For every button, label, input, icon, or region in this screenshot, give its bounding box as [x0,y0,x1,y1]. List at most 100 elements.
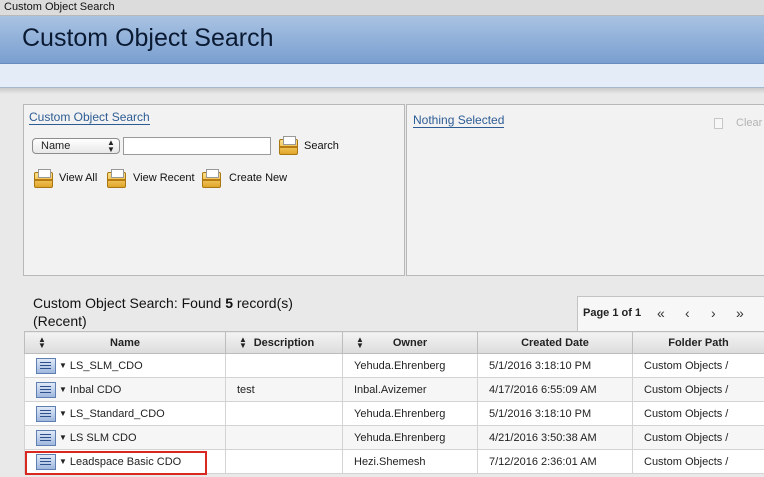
clear-icon [714,118,723,129]
table-row[interactable]: ▼ LS SLM CDO Yehuda.Ehrenberg 4/21/2016 3:5… [24,425,764,450]
select-arrows-icon: ▲ ▼ [107,138,115,154]
cell-text: Inbal CDO [69,383,122,396]
selection-highlight [25,451,207,475]
search-panel: Custom Object Search Name ▲ ▼ Search View… [23,104,405,276]
cell-owner: Yehuda.Ehrenberg [342,353,478,378]
cell-text: 4/21/2016 3:50:38 AM [489,431,597,444]
results-prefix: Custom Object Search: Found [33,295,226,311]
sort-icon: ▲ ▼ [356,335,364,350]
create-new-icon[interactable] [202,169,221,188]
cell-description [225,401,343,426]
page-header: Custom Object Search [0,16,764,64]
search-panel-title: Custom Object Search [29,110,150,125]
table-row[interactable]: ▼ LS_SLM_CDO Yehuda.Ehrenberg 5/1/2016 3:18… [24,353,764,378]
cell-folder: Custom Objects / [632,377,764,402]
cell-description [225,449,343,474]
row-menu-caret-icon[interactable]: ▼ [59,433,67,442]
row-menu-caret-icon[interactable]: ▼ [59,385,67,394]
view-all-button[interactable]: View All [59,172,97,185]
cell-description [225,353,343,378]
cell-text: 4/17/2016 6:55:09 AM [489,383,597,396]
cell-created: 7/12/2016 2:36:01 AM [477,449,633,474]
results-suffix: record(s) [233,295,293,311]
last-page-button[interactable]: » [736,305,744,321]
column-header-created-date[interactable]: Created Date [477,331,633,354]
row-menu-caret-icon[interactable]: ▼ [59,361,67,370]
cell-text: test [237,383,255,396]
results-count: 5 [225,295,233,311]
sort-icon: ▲ ▼ [239,335,247,350]
table-row[interactable]: ▼ Inbal CDO test Inbal.Avizemer 4/17/2016 6:… [24,377,764,402]
results-subtitle: (Recent) [33,313,87,329]
cell-text: LS SLM CDO [69,431,137,444]
column-header-description[interactable]: ▲ ▼ Description [225,331,343,354]
cell-folder: Custom Objects / [632,449,764,474]
cell-text: Custom Objects / [644,407,729,420]
view-all-icon[interactable] [34,169,53,188]
column-header-owner[interactable]: ▲ ▼ Owner [342,331,478,354]
view-recent-icon[interactable] [107,169,126,188]
cell-created: 4/21/2016 3:50:38 AM [477,425,633,450]
cell-name[interactable]: ▼ LS_Standard_CDO [24,401,226,426]
first-page-button[interactable]: « [657,305,665,321]
selection-panel-title: Nothing Selected [413,113,505,128]
field-select-value: Name [41,140,71,152]
row-menu-caret-icon[interactable]: ▼ [59,409,67,418]
cell-text: Inbal.Avizemer [354,383,427,396]
search-icon[interactable] [279,136,298,155]
window-title: Custom Object Search [0,0,764,16]
cell-folder: Custom Objects / [632,425,764,450]
sort-icon: ▲ ▼ [38,335,46,350]
clear-button[interactable]: Clear [736,117,762,129]
cell-folder: Custom Objects / [632,401,764,426]
next-page-button[interactable]: › [711,305,716,321]
cell-text: Custom Objects / [644,383,729,396]
cell-text: Yehuda.Ehrenberg [354,431,446,444]
search-button[interactable]: Search [304,140,339,153]
cell-name[interactable]: ▼ LS_SLM_CDO [24,353,226,378]
cell-text: Yehuda.Ehrenberg [354,407,446,420]
cell-name[interactable]: ▼ LS SLM CDO [24,425,226,450]
column-header-folder-path[interactable]: Folder Path [632,331,764,354]
cell-folder: Custom Objects / [632,353,764,378]
cell-created: 4/17/2016 6:55:09 AM [477,377,633,402]
cell-text: LS_SLM_CDO [69,359,143,372]
cell-description: test [225,377,343,402]
cell-text: LS_Standard_CDO [69,407,165,420]
prev-page-button[interactable]: ‹ [685,305,690,321]
header-shadow [0,88,764,94]
cell-text: Hezi.Shemesh [354,455,426,468]
cell-owner: Hezi.Shemesh [342,449,478,474]
custom-object-icon [36,429,56,446]
custom-object-icon [36,357,56,374]
page-indicator: Page 1 of 1 [583,307,642,319]
table-header-row: ▲ ▼ Name ▲ ▼ Description ▲ ▼ Owner Created Dat… [24,331,764,354]
table-row[interactable]: ▼ LS_Standard_CDO Yehuda.Ehrenberg 5/1/2016… [24,401,764,426]
results-heading: Custom Object Search: Found 5 record(s) … [33,294,353,330]
custom-object-icon [36,405,56,422]
view-recent-button[interactable]: View Recent [133,172,195,185]
cell-created: 5/1/2016 3:18:10 PM [477,353,633,378]
column-header-name[interactable]: ▲ ▼ Name [24,331,226,354]
cell-description [225,425,343,450]
create-new-button[interactable]: Create New [229,172,287,185]
cell-owner: Yehuda.Ehrenberg [342,401,478,426]
cell-text: Custom Objects / [644,359,729,372]
field-select[interactable]: Name ▲ ▼ [32,138,120,154]
cell-text: Custom Objects / [644,455,729,468]
cell-text: Yehuda.Ehrenberg [354,359,446,372]
search-input[interactable] [123,137,271,155]
custom-object-icon [36,381,56,398]
selection-panel: Nothing Selected Clear [406,104,764,276]
cell-text: 5/1/2016 3:18:10 PM [489,407,592,420]
toolbar-strip [0,64,764,88]
cell-text: 5/1/2016 3:18:10 PM [489,359,592,372]
cell-text: 7/12/2016 2:36:01 AM [489,455,597,468]
cell-owner: Inbal.Avizemer [342,377,478,402]
cell-created: 5/1/2016 3:18:10 PM [477,401,633,426]
pager: Page 1 of 1 « ‹ › » [577,296,764,332]
cell-owner: Yehuda.Ehrenberg [342,425,478,450]
cell-text: Custom Objects / [644,431,729,444]
page-title: Custom Object Search [22,24,274,52]
cell-name[interactable]: ▼ Inbal CDO [24,377,226,402]
